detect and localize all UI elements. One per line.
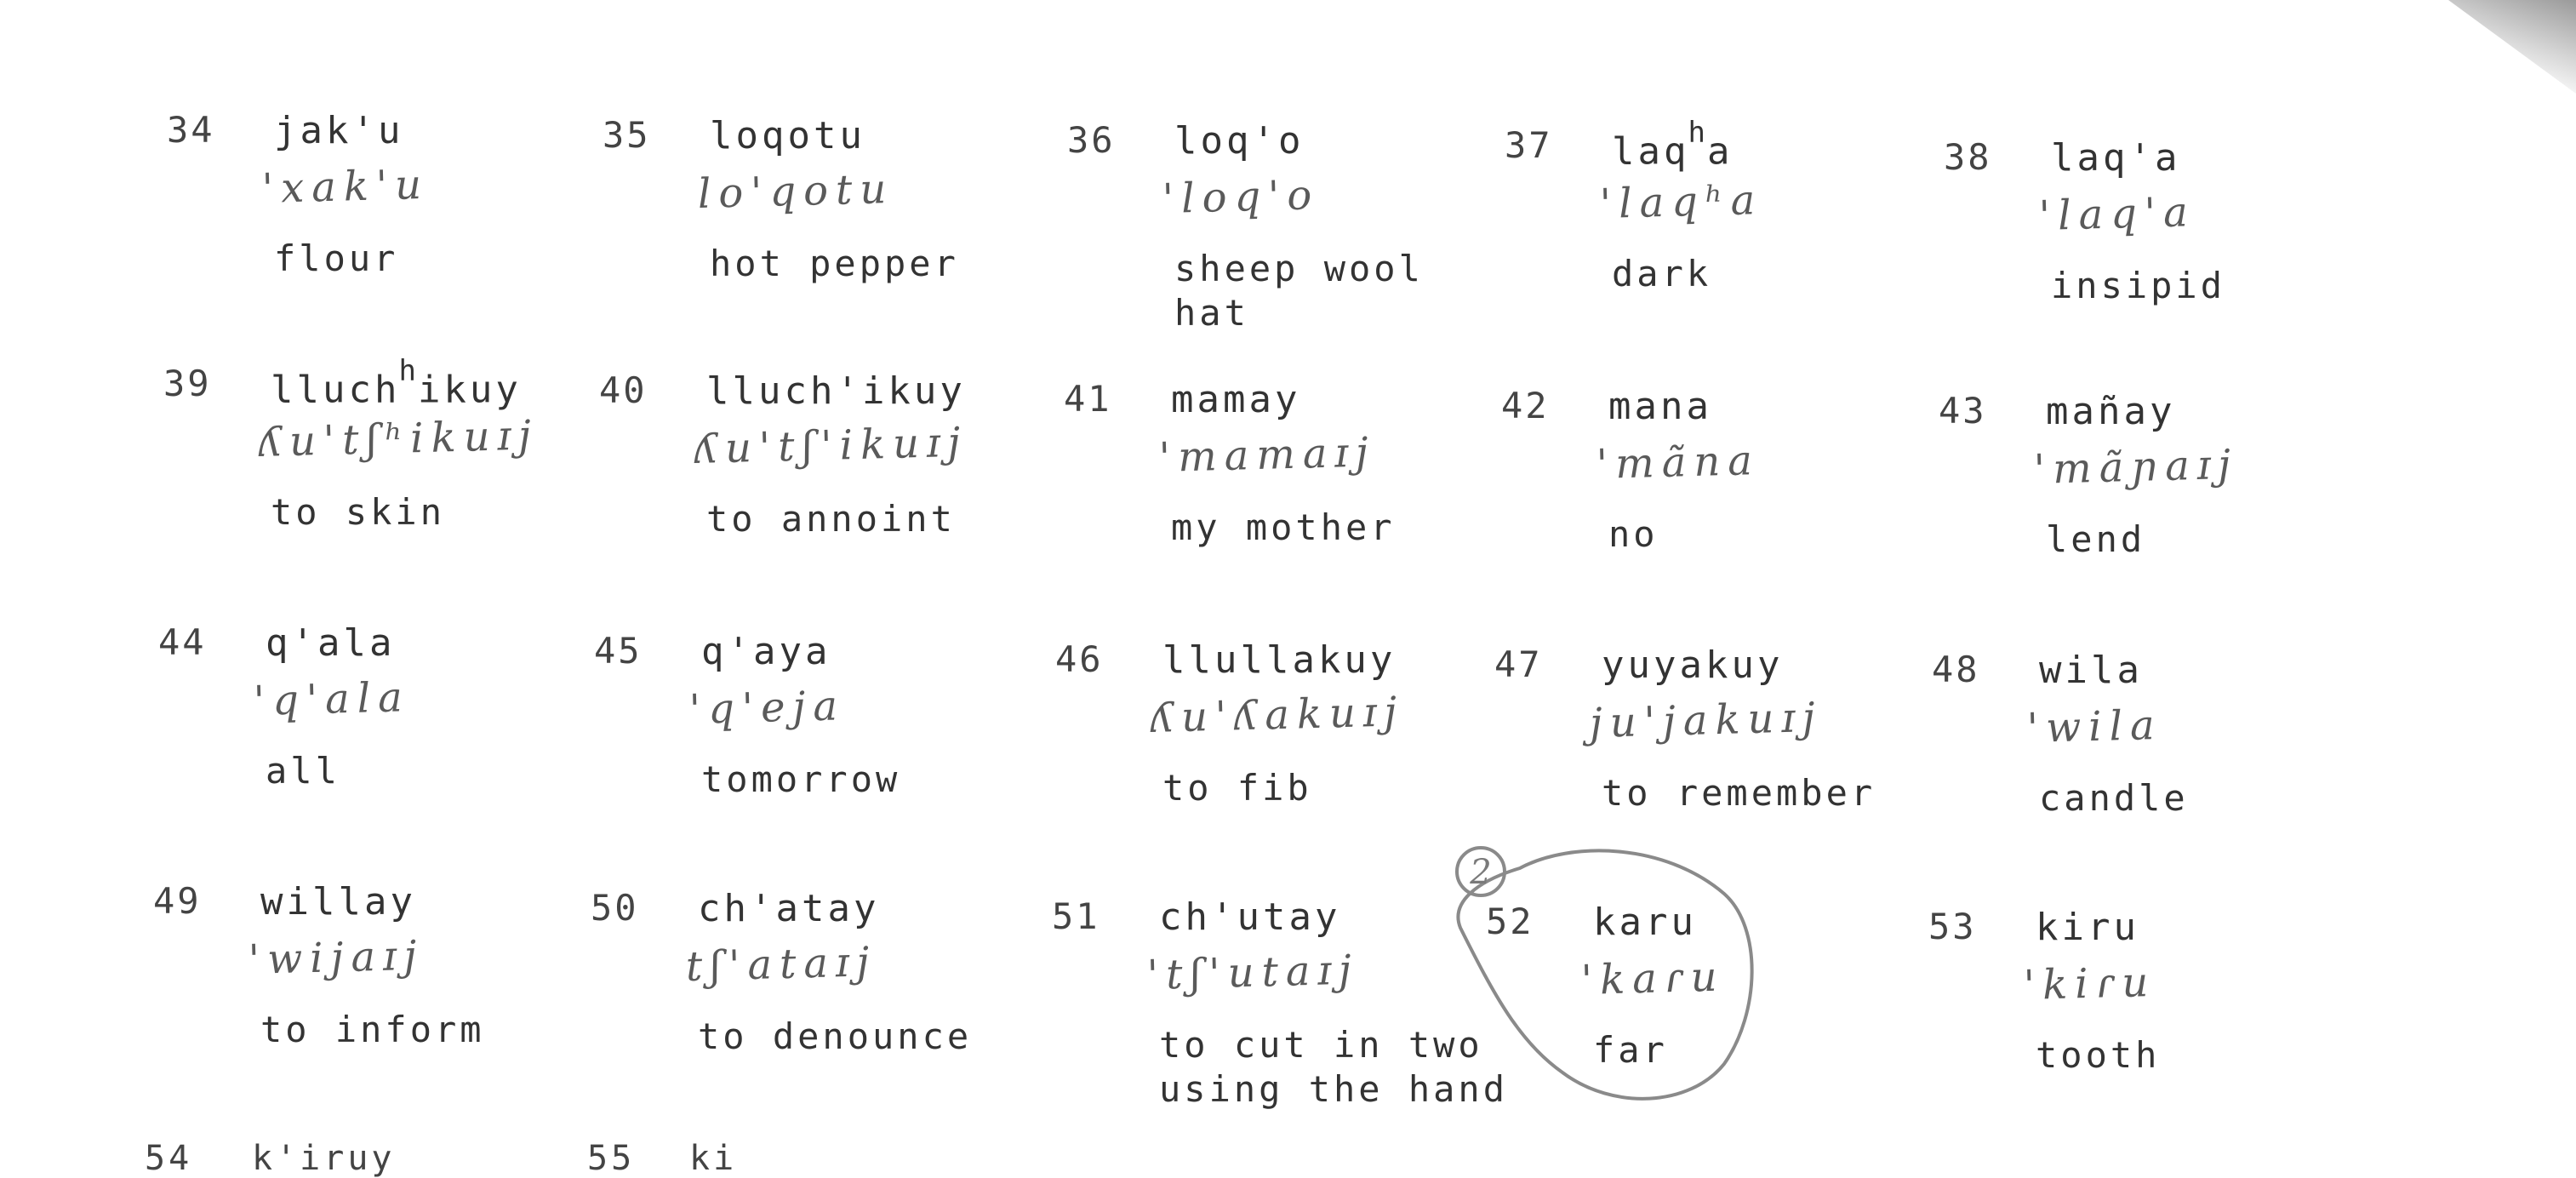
entry-gloss: my mother: [1171, 506, 1396, 548]
entry-word: ki: [689, 1139, 738, 1178]
entry-word: loqotu: [710, 114, 865, 157]
entry-ipa: 'wijaɪj: [248, 931, 426, 984]
entry-word: laq'a: [2051, 136, 2181, 180]
entry-gloss: to skin: [271, 491, 446, 533]
entry-gloss: candle: [2039, 777, 2189, 819]
entry-number: 47: [1494, 643, 1543, 685]
entry-number: 48: [1932, 649, 1980, 690]
entry-number: 38: [1944, 136, 1992, 178]
entry-number: 35: [603, 114, 651, 156]
entry-number: 45: [594, 630, 643, 672]
document-page: 34 jak'u 'xak'u flour 35 loqotu lo'qotu …: [0, 0, 2576, 1178]
entry-number: 40: [599, 369, 648, 411]
entry-word: q'aya: [701, 630, 831, 673]
entry-gloss: to denounce: [698, 1015, 973, 1057]
entry-gloss: flour: [274, 237, 399, 279]
entry-ipa: 'laq'a: [2038, 188, 2196, 240]
entry-gloss: to remember: [1602, 772, 1876, 814]
entry-gloss: dark: [1612, 253, 1712, 294]
entry-number: 55: [587, 1139, 636, 1178]
entry-ipa: lo'qotu: [697, 164, 894, 218]
entry-ipa: 'laqʰa: [1599, 176, 1763, 228]
entry-ipa: 'q'ala: [253, 673, 411, 725]
circled-number-label: 2: [1469, 853, 1491, 892]
hand-drawn-circle-annotation: 2: [1455, 846, 1754, 1101]
entry-gloss: to inform: [260, 1009, 485, 1050]
entry-gloss: to annoint: [706, 498, 956, 540]
entry-ipa: 'mamaɪj: [1158, 428, 1377, 482]
entry-ipa: 'mãna: [1596, 436, 1761, 489]
entry-ipa: ʎu'tʃ'ikuɪj: [694, 418, 968, 473]
entry-word: wila: [2039, 649, 2143, 692]
entry-gloss: tomorrow: [701, 758, 901, 800]
entry-ipa: 'kiɾu: [2023, 958, 2156, 1009]
entry-word: willay: [260, 880, 416, 924]
entry-gloss: all: [266, 750, 340, 792]
entry-gloss: sheep wool hat: [1174, 248, 1424, 334]
entry-number: 39: [163, 363, 212, 404]
entry-word: mañay: [2046, 390, 2176, 433]
entry-number: 50: [591, 887, 639, 929]
entry-ipa: 'loq'o: [1162, 171, 1320, 223]
entry-number: 49: [153, 880, 202, 922]
entry-word: loq'o: [1174, 119, 1305, 163]
entry-gloss: no: [1608, 513, 1659, 555]
entry-number: 36: [1067, 119, 1116, 161]
entry-ipa: 'tʃ'utaɪj: [1146, 946, 1360, 999]
entry-ipa: 'wila: [2026, 701, 2163, 752]
entry-word: jak'u: [274, 109, 404, 152]
entry-number: 46: [1055, 638, 1104, 680]
entry-word: lluchhikuy: [271, 354, 522, 412]
entry-gloss: tooth: [2036, 1034, 2161, 1076]
entry-word: mana: [1608, 385, 1712, 428]
entry-gloss: lend: [2046, 518, 2146, 560]
entry-number: 37: [1505, 124, 1553, 166]
entry-number: 43: [1939, 390, 1987, 432]
entry-ipa: ju'jakuɪj: [1589, 693, 1824, 747]
entry-number: 42: [1501, 385, 1550, 426]
entry-gloss: hot pepper: [710, 243, 959, 284]
entry-word: k'iruy: [252, 1139, 396, 1178]
entry-ipa: 'mãɲaɪj: [2033, 440, 2239, 494]
entry-ipa: 'q'eja: [688, 682, 846, 734]
entry-word: ch'utay: [1159, 895, 1341, 939]
entry-word: mamay: [1171, 378, 1301, 421]
entry-number: 41: [1064, 378, 1112, 420]
entry-word: laqha: [1612, 116, 1734, 174]
entry-number: 51: [1052, 895, 1100, 937]
entry-number: 54: [145, 1139, 193, 1178]
entry-ipa: 'xak'u: [261, 160, 430, 213]
entry-gloss: to fib: [1162, 767, 1312, 809]
entry-number: 34: [167, 109, 215, 151]
entry-ipa: ʎu'ʎakuɪj: [1150, 688, 1405, 742]
entry-number: 53: [1928, 906, 1977, 947]
page-corner-fold: [2448, 0, 2576, 94]
entry-word: llullakuy: [1162, 638, 1397, 682]
entry-word: lluch'ikuy: [706, 369, 966, 413]
entry-word: yuyakuy: [1602, 643, 1784, 687]
entry-number: 44: [158, 621, 207, 663]
entry-word: q'ala: [266, 621, 396, 665]
entry-ipa: tʃ'ataɪj: [685, 938, 877, 991]
entry-ipa: ʎu'tʃʰikuɪj: [258, 411, 540, 466]
entry-gloss: insipid: [2051, 265, 2226, 306]
entry-word: ch'atay: [698, 887, 880, 930]
cut-off-row: 54 k'iruy 55 ki: [145, 1139, 996, 1178]
entry-word: kiru: [2036, 906, 2139, 949]
